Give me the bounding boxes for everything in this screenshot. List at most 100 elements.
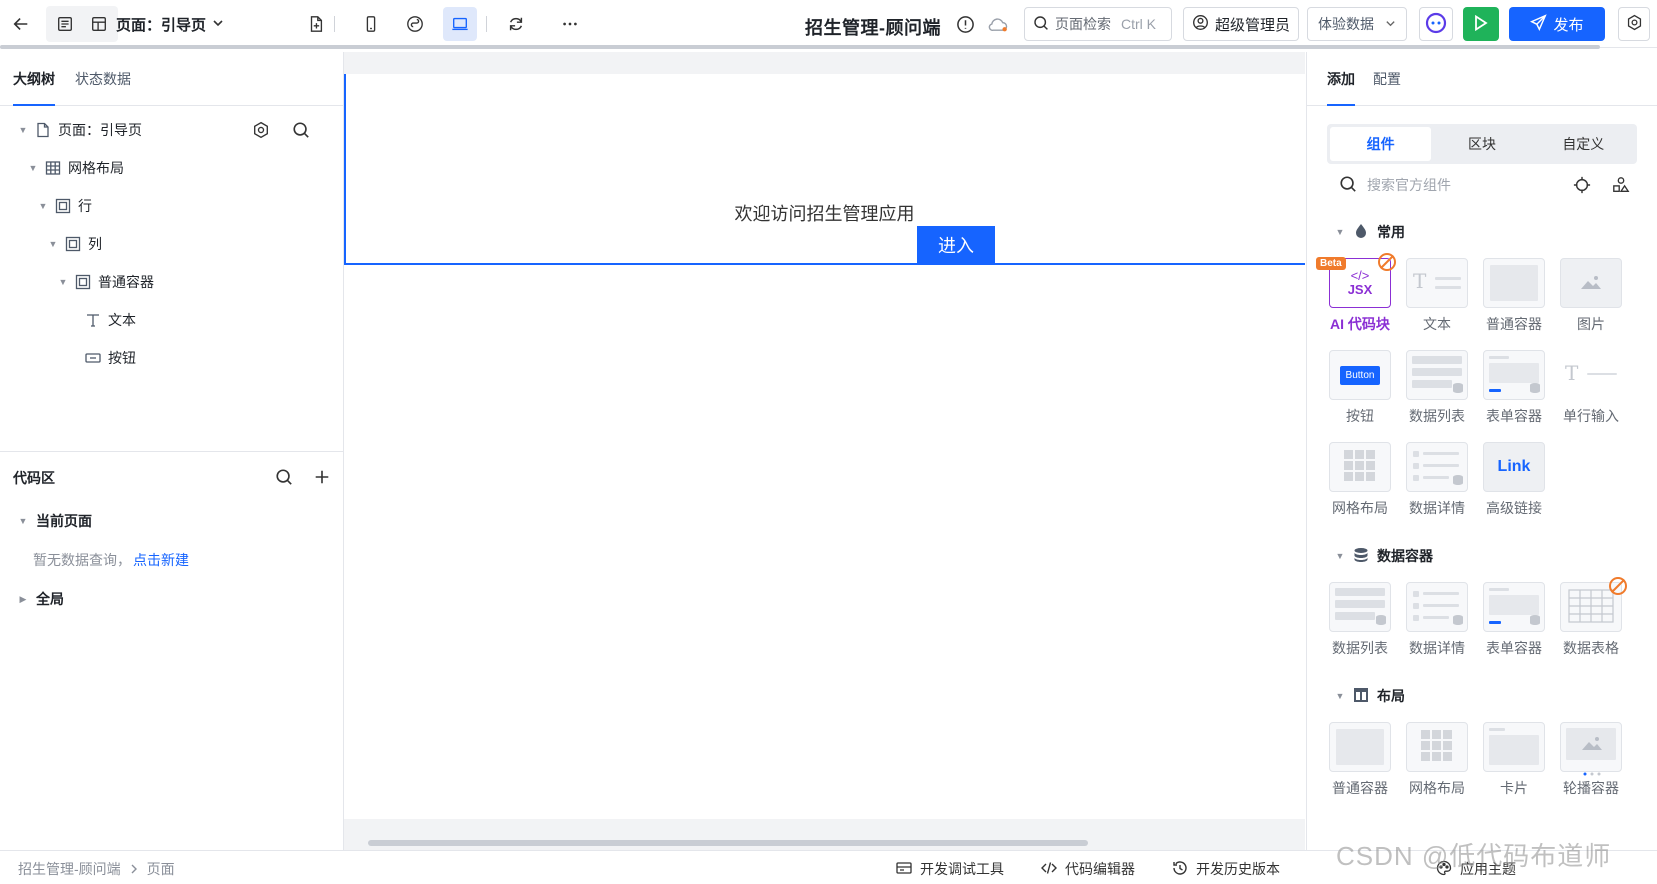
cloud-sync-icon[interactable] — [987, 15, 1009, 37]
tree-node-grid[interactable]: ▼ 网格布局 — [28, 157, 124, 179]
current-page-group[interactable]: ▼ 当前页面 — [18, 511, 92, 531]
debug-tools-label: 开发调试工具 — [920, 861, 1004, 877]
placeholder-dot — [1413, 475, 1419, 481]
enter-button[interactable]: 进入 — [917, 226, 995, 264]
database-icon — [1529, 381, 1541, 397]
caret-down-icon[interactable]: ▼ — [58, 277, 68, 287]
tree-search-icon[interactable] — [292, 121, 310, 142]
desktop-preview-icon[interactable] — [443, 7, 477, 41]
chevron-down-icon — [1385, 16, 1396, 32]
placeholder-line — [1423, 604, 1459, 607]
toolbar-divider — [334, 16, 335, 32]
tree-node-container[interactable]: ▼ 普通容器 — [58, 271, 154, 293]
table-icon — [1568, 588, 1614, 626]
component-label: 数据详情 — [1409, 640, 1465, 656]
placeholder-line — [1412, 368, 1462, 376]
caret-down-icon[interactable]: ▼ — [18, 125, 28, 135]
refresh-icon[interactable] — [499, 7, 533, 41]
caret-down-icon[interactable]: ▼ — [1335, 227, 1345, 237]
segment-blocks[interactable]: 区块 — [1431, 127, 1532, 161]
component-data-table[interactable]: 数据表格 — [1559, 577, 1627, 658]
component-button[interactable]: Button 按钮 — [1328, 350, 1392, 426]
component-data-list[interactable]: 数据列表 — [1405, 350, 1469, 426]
segment-components[interactable]: 组件 — [1330, 127, 1432, 161]
code-editor-button[interactable]: 代码编辑器 — [1041, 859, 1135, 879]
page-selector[interactable]: 页面：引导页 — [116, 14, 224, 35]
component-data-detail[interactable]: 数据详情 — [1405, 582, 1469, 658]
page-search-button[interactable]: 页面检索 Ctrl K — [1024, 7, 1172, 41]
caret-down-icon[interactable]: ▼ — [1335, 691, 1345, 701]
category-common[interactable]: ▼ 常用 — [1335, 222, 1405, 242]
component-ai-code-block[interactable]: Beta </> JSX AI 代码块 — [1316, 253, 1396, 334]
caret-down-icon[interactable]: ▼ — [18, 516, 28, 526]
tab-state-data[interactable]: 状态数据 — [75, 52, 131, 106]
category-layout[interactable]: ▼ 布局 — [1335, 686, 1405, 706]
shapes-icon[interactable] — [1612, 176, 1630, 197]
component-grid-layout[interactable]: 网格布局 — [1405, 722, 1469, 798]
global-group[interactable]: ▶ 全局 — [18, 589, 64, 609]
caret-right-icon[interactable]: ▶ — [18, 594, 28, 604]
component-image[interactable]: 图片 — [1559, 258, 1623, 334]
caret-down-icon[interactable]: ▼ — [48, 239, 58, 249]
breadcrumb-app[interactable]: 招生管理-顾问端 — [18, 859, 121, 879]
component-card[interactable]: 卡片 — [1482, 722, 1546, 798]
tree-node-label: 普通容器 — [98, 274, 154, 290]
info-icon[interactable] — [956, 15, 975, 37]
placeholder-accent — [1489, 389, 1501, 392]
text-t-icon: T — [1413, 269, 1427, 293]
component-container[interactable]: 普通容器 — [1482, 258, 1546, 334]
data-mode-select[interactable]: 体验数据 — [1307, 7, 1407, 41]
caret-down-icon[interactable]: ▼ — [38, 201, 48, 211]
more-icon[interactable] — [553, 7, 587, 41]
component-container[interactable]: 普通容器 — [1328, 722, 1392, 798]
tree-node-page[interactable]: ▼ 页面：引导页 — [18, 119, 142, 141]
segment-custom[interactable]: 自定义 — [1533, 127, 1634, 161]
tab-add[interactable]: 添加 — [1327, 52, 1355, 106]
tree-node-text[interactable]: 文本 — [84, 309, 136, 331]
settings-button[interactable] — [1618, 7, 1650, 41]
component-form-container[interactable]: 表单容器 — [1482, 350, 1546, 426]
caret-down-icon[interactable]: ▼ — [28, 163, 38, 173]
welcome-text[interactable]: 欢迎访问招生管理应用 — [344, 200, 1305, 226]
component-form-container[interactable]: 表单容器 — [1482, 582, 1546, 658]
run-preview-button[interactable] — [1463, 7, 1499, 41]
canvas-scrollbar[interactable] — [368, 840, 1088, 846]
page-list-icon[interactable] — [48, 7, 82, 41]
component-single-input[interactable]: T 单行输入 — [1559, 350, 1623, 426]
breadcrumb-page[interactable]: 页面 — [147, 859, 175, 879]
tab-outline-tree[interactable]: 大纲树 — [13, 52, 55, 106]
tree-node-button[interactable]: 按钮 — [84, 347, 136, 369]
tree-node-column[interactable]: ▼ 列 — [48, 233, 102, 255]
page-settings-icon[interactable] — [252, 121, 270, 142]
layout-icon[interactable] — [82, 7, 116, 41]
ai-assistant-button[interactable] — [1419, 7, 1453, 41]
component-data-list[interactable]: 数据列表 — [1328, 582, 1392, 658]
component-search-input[interactable]: 搜索官方组件 — [1339, 170, 1639, 200]
tab-config[interactable]: 配置 — [1373, 52, 1401, 106]
user-role-button[interactable]: 超级管理员 — [1183, 7, 1299, 41]
component-carousel[interactable]: 轮播容器 — [1559, 722, 1623, 798]
link-preview: Link — [1497, 458, 1531, 475]
component-data-detail[interactable]: 数据详情 — [1405, 442, 1469, 518]
caret-down-icon[interactable]: ▼ — [1335, 551, 1345, 561]
category-data-container[interactable]: ▼ 数据容器 — [1335, 546, 1433, 566]
component-advanced-link[interactable]: Link 高级链接 — [1482, 442, 1546, 518]
code-area: 代码区 ▼ 当前页面 暂无数据查询， 点击新建 ▶ 全局 — [0, 451, 344, 607]
component-text[interactable]: T 文本 — [1405, 258, 1469, 334]
history-button[interactable]: 开发历史版本 — [1172, 859, 1280, 879]
add-icon[interactable] — [313, 468, 331, 489]
back-arrow-icon[interactable] — [4, 7, 38, 41]
miniapp-preview-icon[interactable] — [398, 7, 432, 41]
component-label: 数据详情 — [1409, 500, 1465, 516]
code-search-icon[interactable] — [275, 468, 293, 489]
tree-node-row[interactable]: ▼ 行 — [38, 195, 92, 217]
locate-icon[interactable] — [1573, 176, 1591, 197]
send-icon — [1530, 13, 1548, 35]
create-query-link[interactable]: 点击新建 — [133, 550, 189, 570]
publish-button[interactable]: 发布 — [1509, 7, 1605, 41]
mobile-preview-icon[interactable] — [354, 7, 388, 41]
debug-tools-button[interactable]: 开发调试工具 — [896, 859, 1004, 879]
component-grid-layout[interactable]: 网格布局 — [1328, 442, 1392, 518]
new-page-icon[interactable] — [299, 7, 333, 41]
horizontal-scrollbar[interactable] — [0, 45, 1600, 49]
